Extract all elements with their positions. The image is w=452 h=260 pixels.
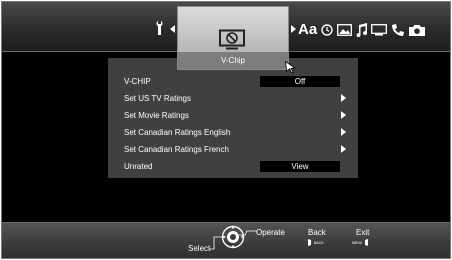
menu-item-set-canadian-ratings-english[interactable]: Set Canadian Ratings English (108, 124, 358, 141)
wrench-icon[interactable] (155, 20, 165, 36)
menu-item-label: Set Movie Ratings (124, 111, 189, 120)
arrow-right-icon[interactable] (291, 25, 296, 33)
arrow-left-icon[interactable] (170, 25, 175, 33)
tv-screen: Aa V-Chip V-CHIP Off Set US TV Ratings S… (1, 1, 451, 259)
arrow-right-icon (341, 128, 346, 136)
exit-key-icon (365, 239, 368, 246)
cursor-icon (285, 61, 296, 73)
menu-item-unrated[interactable]: Unrated View (108, 158, 358, 175)
tv-icon[interactable] (371, 24, 387, 36)
arrow-right-icon (341, 94, 346, 102)
back-key-icon (308, 239, 311, 246)
menu-item-set-movie-ratings[interactable]: Set Movie Ratings (108, 107, 358, 124)
select-label: Select (188, 244, 211, 253)
selected-tab-label: V-Chip (178, 52, 288, 69)
arrow-right-icon (341, 111, 346, 119)
music-icon[interactable] (355, 23, 368, 37)
camera-icon[interactable] (409, 24, 425, 36)
exit-key-label: MENU (352, 241, 363, 245)
select-connector-line (209, 236, 226, 250)
exit-label: Exit (356, 228, 370, 237)
menu-item-label: V-CHIP (124, 77, 151, 86)
menu-item-label: Set Canadian Ratings English (124, 128, 231, 137)
back-key-label: BACK (314, 241, 324, 245)
selected-tab-v-chip[interactable]: V-Chip (177, 6, 289, 70)
clock-icon[interactable] (321, 24, 333, 36)
unrated-value[interactable]: View (260, 161, 340, 172)
menu-item-v-chip[interactable]: V-CHIP Off (108, 73, 358, 90)
menu-item-set-canadian-ratings-french[interactable]: Set Canadian Ratings French (108, 141, 358, 158)
back-label: Back (308, 228, 326, 237)
arrow-right-icon (341, 145, 346, 153)
menu-item-label: Unrated (124, 162, 153, 171)
bottom-help-bar: Select Operate Back BACK Exit MENU (2, 222, 450, 258)
menu-item-label: Set US TV Ratings (124, 94, 191, 103)
monitor-no-signal-icon (219, 29, 245, 50)
menu-item-label: Set Canadian Ratings French (124, 145, 229, 154)
v-chip-value[interactable]: Off (260, 76, 340, 87)
text-size-icon[interactable]: Aa (298, 22, 317, 38)
v-chip-menu: V-CHIP Off Set US TV Ratings Set Movie R… (108, 58, 358, 178)
picture-icon[interactable] (337, 24, 352, 36)
operate-label: Operate (256, 228, 285, 237)
operate-connector-line (239, 230, 257, 236)
phone-icon[interactable] (391, 23, 404, 37)
menu-item-set-us-tv-ratings[interactable]: Set US TV Ratings (108, 90, 358, 107)
